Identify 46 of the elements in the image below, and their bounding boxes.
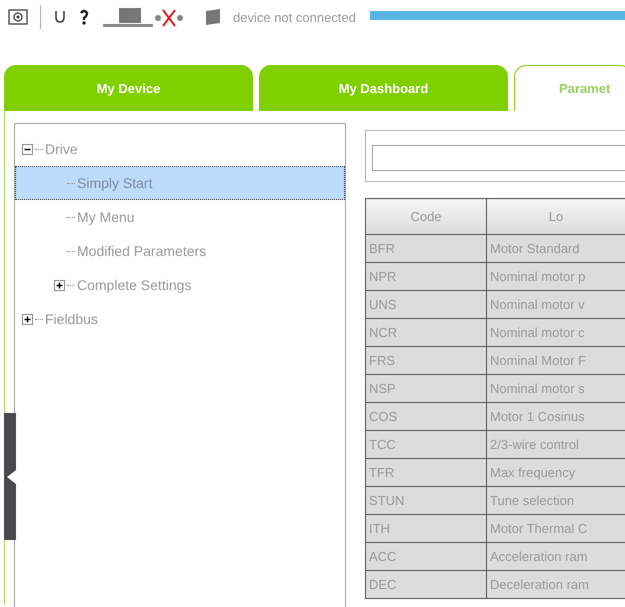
search-field[interactable]: [372, 145, 625, 171]
table-cell: Nominal motor v: [486, 290, 625, 318]
table-cell: Nominal motor c: [486, 318, 625, 346]
tab[interactable]: My Device: [4, 65, 253, 111]
table-cell: Motor Thermal C: [486, 514, 625, 542]
tree-item[interactable]: Complete Settings: [77, 277, 192, 293]
table-cell: BFR: [366, 234, 486, 262]
settings-icon[interactable]: [8, 9, 28, 25]
column-header[interactable]: Code: [366, 198, 486, 234]
table-cell: NSP: [366, 374, 486, 402]
table-cell: DEC: [366, 570, 486, 598]
table-cell: UNS: [366, 290, 486, 318]
connection-status: device not connected: [233, 10, 356, 24]
table-cell: Acceleration ram: [486, 542, 625, 570]
table-cell: Motor Standard: [486, 234, 625, 262]
tab[interactable]: My Dashboard: [259, 65, 508, 111]
column-header[interactable]: Lo: [486, 198, 625, 234]
tree-item[interactable]: Simply Start: [77, 175, 152, 191]
table-cell: Nominal motor s: [486, 374, 625, 402]
expander-icon[interactable]: [22, 314, 33, 324]
table-cell: NPR: [366, 262, 486, 290]
tree-item[interactable]: Drive: [45, 141, 78, 157]
table-cell: TCC: [366, 430, 486, 458]
table-cell: Nominal Motor F: [486, 346, 625, 374]
table-cell: Tune selection: [486, 486, 625, 514]
table-cell: Motor 1 Cosinus: [486, 402, 625, 430]
table-cell: FRS: [366, 346, 486, 374]
collapse-handle[interactable]: [4, 413, 16, 540]
table-cell: Max frequency: [486, 458, 625, 486]
expander-icon[interactable]: [54, 280, 65, 290]
tree-item[interactable]: Fieldbus: [45, 311, 98, 327]
table-cell: ITH: [366, 514, 486, 542]
table-cell: STUN: [366, 486, 486, 514]
expander-icon[interactable]: [22, 144, 33, 154]
table-cell: COS: [366, 402, 486, 430]
tree-item[interactable]: My Menu: [77, 209, 135, 225]
table-cell: Nominal motor p: [486, 262, 625, 290]
table-cell: 2/3-wire control: [486, 430, 625, 458]
table-cell: TFR: [366, 458, 486, 486]
table-cell: Deceleration ram: [486, 570, 625, 598]
help-icon[interactable]: [79, 9, 89, 25]
tab[interactable]: Paramet: [514, 65, 625, 111]
table-cell: NCR: [366, 318, 486, 346]
drive-icon: [205, 8, 221, 26]
table-cell: ACC: [366, 542, 486, 570]
tree-item[interactable]: Modified Parameters: [77, 243, 206, 259]
